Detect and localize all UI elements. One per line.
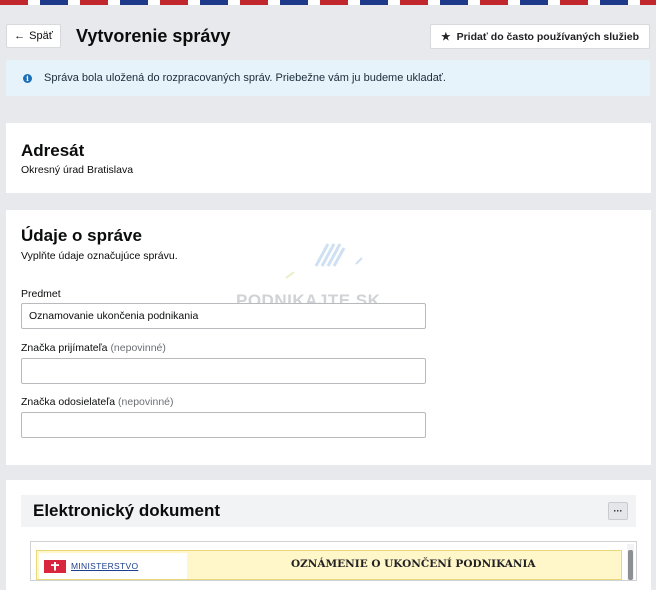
info-banner: i Správa bola uložená do rozpracovaných … [6,60,650,96]
scrollbar-thumb[interactable] [628,550,633,580]
document-banner: MINISTERSTVO OZNÁMENIE O UKONČENÍ PODNIK… [36,550,622,580]
subject-label: Predmet [21,288,61,300]
add-to-favorites-button[interactable]: ★ Pridať do často používaných služieb [430,24,650,49]
optional-tag: (nepovinné) [118,396,174,408]
page-title: Vytvorenie správy [76,26,231,46]
electronic-document-heading: Elektronický dokument [33,501,221,520]
watermark-logo-icon [285,243,363,279]
document-title: OZNÁMENIE O UKONČENÍ PODNIKANIA [291,558,536,570]
electronic-document-header: Elektronický dokument ··· [21,495,636,527]
ministry-label: MINISTERSTVO [71,561,139,571]
recipient-ref-label: Značka prijímateľa (nepovinné) [21,342,166,354]
recipient-name: Okresný úrad Bratislava [21,164,134,176]
document-preview-frame[interactable]: MINISTERSTVO OZNÁMENIE O UKONČENÍ PODNIK… [30,541,637,581]
star-icon: ★ [441,30,451,43]
back-button[interactable]: ← Späť [6,24,61,48]
page-header: ← Späť Vytvorenie správy ★ Pridať do čas… [0,22,656,50]
info-banner-text: Správa bola uložená do rozpracovaných sp… [44,72,446,84]
recipient-heading: Adresát [21,141,85,160]
message-details-card: Údaje o správe Vyplňte údaje označujúce … [6,210,651,465]
slovak-coat-of-arms-icon [44,559,66,573]
ministry-logo: MINISTERSTVO [39,553,187,579]
electronic-document-card: Elektronický dokument ··· MINISTERSTVO O… [6,480,651,590]
subject-input[interactable]: Oznamovanie ukončenia podnikania [21,303,426,329]
more-options-button[interactable]: ··· [608,502,628,520]
arrow-left-icon: ← [14,30,26,42]
optional-tag: (nepovinné) [110,342,166,354]
recipient-card: Adresát Okresný úrad Bratislava [6,123,651,193]
top-flag-stripe [0,0,656,5]
sender-ref-label: Značka odosielateľa (nepovinné) [21,396,174,408]
message-details-hint: Vyplňte údaje označujúce správu. [21,250,178,262]
recipient-ref-input[interactable] [21,358,426,384]
add-to-favorites-label: Pridať do často používaných služieb [456,30,639,43]
subject-input-value: Oznamovanie ukončenia podnikania [29,310,199,322]
document-scrollbar[interactable] [627,544,634,580]
message-details-heading: Údaje o správe [21,226,142,245]
sender-ref-input[interactable] [21,412,426,438]
recipient-ref-label-text: Značka prijímateľa [21,342,108,354]
info-icon: i [23,73,32,83]
sender-ref-label-text: Značka odosielateľa [21,396,116,408]
back-button-label: Späť [29,30,53,42]
